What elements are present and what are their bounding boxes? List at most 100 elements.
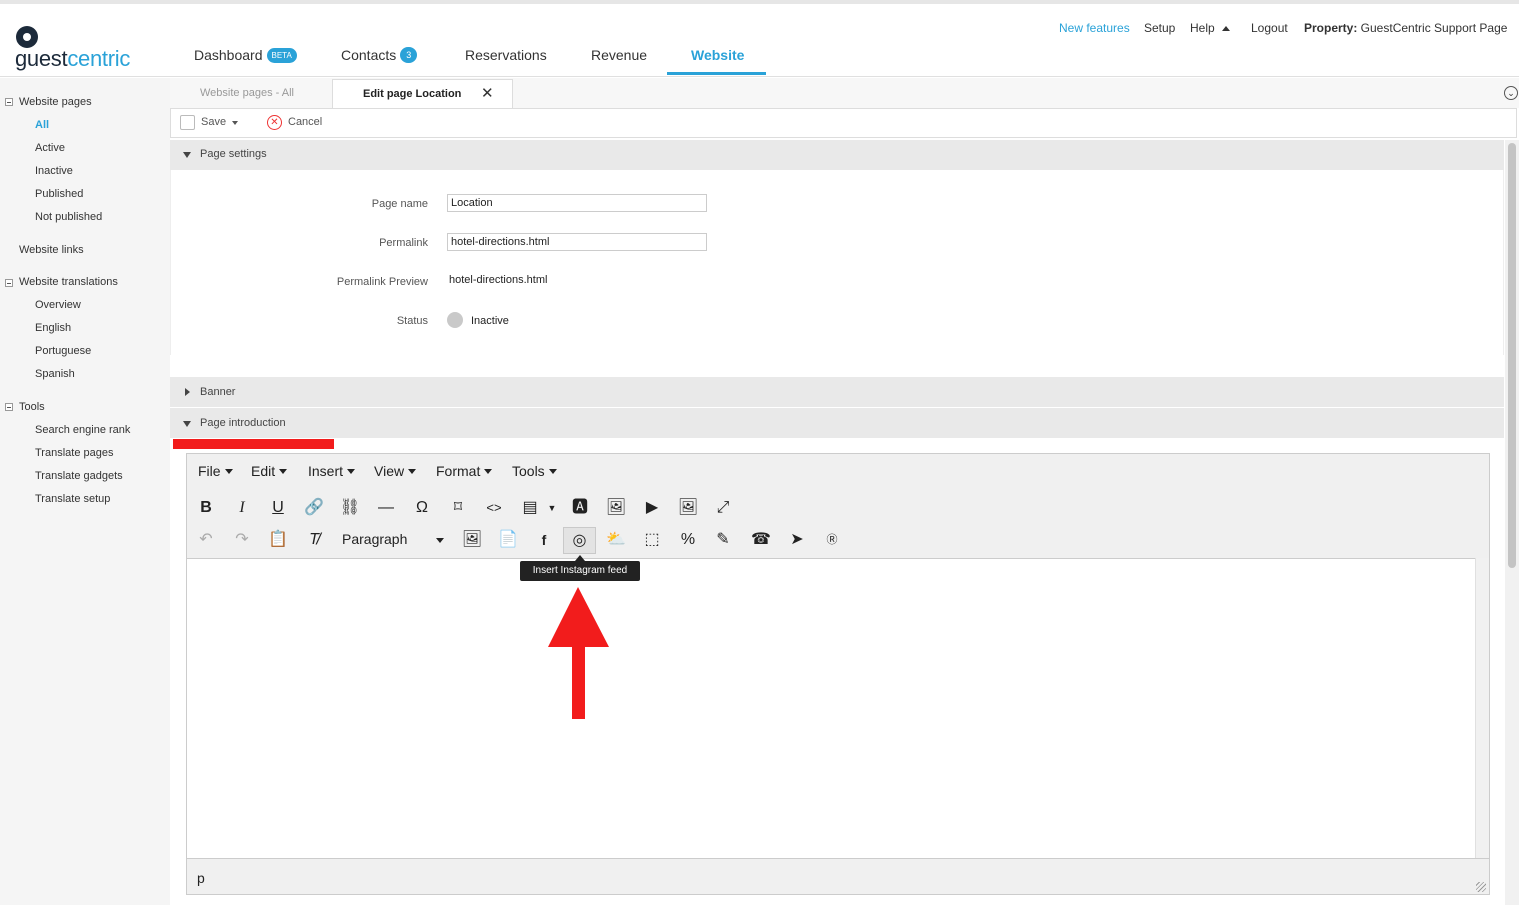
- sidebar-heading-tools[interactable]: Tools: [19, 401, 45, 413]
- chevron-down-icon[interactable]: [232, 121, 238, 125]
- tab-revenue[interactable]: Revenue: [591, 47, 647, 63]
- unlink-icon[interactable]: ⛓: [339, 497, 361, 519]
- section-page-settings[interactable]: [170, 140, 1504, 170]
- cancel-button[interactable]: Cancel: [288, 116, 322, 128]
- sidebar-heading-website-pages[interactable]: Website pages: [19, 96, 92, 108]
- sidebar-item-overview[interactable]: Overview: [35, 299, 81, 311]
- special-character-icon[interactable]: Ω: [411, 497, 433, 519]
- image-gallery-icon[interactable]: 🖼: [605, 497, 627, 519]
- page-scrollbar-thumb[interactable]: [1508, 143, 1516, 568]
- new-features-link[interactable]: New features: [1059, 21, 1130, 35]
- video-icon[interactable]: ▶: [641, 497, 663, 519]
- menu-tools[interactable]: Tools: [512, 463, 557, 479]
- code-icon[interactable]: <>: [483, 497, 505, 519]
- save-button[interactable]: Save: [201, 116, 226, 128]
- section-title-page-introduction[interactable]: Page introduction: [200, 417, 286, 429]
- resize-handle-icon[interactable]: [1476, 882, 1486, 892]
- paste-text-icon[interactable]: 📋: [267, 529, 289, 551]
- weather-icon[interactable]: ⛅: [605, 529, 627, 551]
- facebook-icon[interactable]: f: [533, 529, 555, 551]
- horizontal-rule-icon[interactable]: —: [375, 497, 397, 519]
- sidebar-item-translate-pages[interactable]: Translate pages: [35, 447, 113, 459]
- collapsed-arrow-icon[interactable]: [185, 388, 190, 396]
- sidebar-item-translate-gadgets[interactable]: Translate gadgets: [35, 470, 123, 482]
- section-page-introduction[interactable]: [170, 408, 1504, 438]
- sidebar-item-website-links[interactable]: Website links: [19, 244, 84, 256]
- collapse-toggle-icon[interactable]: [5, 98, 13, 106]
- tab-contacts[interactable]: Contacts 3: [341, 47, 418, 63]
- placeholder-icon[interactable]: ⬚: [641, 529, 663, 551]
- save-icon[interactable]: [180, 115, 195, 130]
- sidebar-item-active[interactable]: Active: [35, 142, 65, 154]
- instagram-icon[interactable]: ◎: [563, 527, 596, 554]
- rp-icon[interactable]: Ⓡ: [821, 529, 843, 551]
- close-icon[interactable]: ✕: [481, 84, 494, 102]
- editor-content-area[interactable]: [187, 558, 1475, 858]
- cancel-icon[interactable]: ✕: [267, 115, 282, 130]
- setup-link[interactable]: Setup: [1144, 21, 1175, 35]
- underline-icon[interactable]: U: [267, 497, 289, 519]
- expanded-arrow-icon[interactable]: [183, 152, 191, 158]
- menu-view[interactable]: View: [374, 463, 417, 479]
- sidebar-item-published[interactable]: Published: [35, 188, 83, 200]
- block-format-select[interactable]: Paragraph: [342, 531, 407, 547]
- tab-edit-page-label[interactable]: Edit page Location: [363, 88, 461, 100]
- menu-format[interactable]: Format: [436, 463, 493, 479]
- sidebar-item-not-published[interactable]: Not published: [35, 211, 102, 223]
- menu-edit[interactable]: Edit: [251, 463, 288, 479]
- collapse-toggle-icon[interactable]: [5, 403, 13, 411]
- edit-form-icon[interactable]: ✎: [712, 529, 734, 551]
- sidebar-item-search-engine-rank[interactable]: Search engine rank: [35, 424, 130, 436]
- fullscreen-icon[interactable]: ⤢: [712, 497, 734, 519]
- menu-file[interactable]: File: [198, 463, 233, 479]
- sidebar-item-inactive[interactable]: Inactive: [35, 165, 73, 177]
- action-toolbar: [170, 108, 1517, 138]
- collapse-toggle-icon[interactable]: [5, 279, 13, 287]
- tab-dashboard[interactable]: Dashboard BETA: [194, 47, 297, 63]
- expanded-arrow-icon[interactable]: [183, 421, 191, 427]
- menu-insert[interactable]: Insert: [308, 463, 356, 479]
- help-menu[interactable]: Help: [1190, 21, 1215, 35]
- tooltip: Insert Instagram feed: [520, 561, 640, 581]
- tab-website[interactable]: Website: [691, 47, 744, 63]
- chevron-down-icon[interactable]: ⌄: [1504, 86, 1518, 100]
- sidebar-item-portuguese[interactable]: Portuguese: [35, 345, 91, 357]
- status-toggle[interactable]: [447, 312, 463, 328]
- permalink-input[interactable]: [447, 233, 707, 251]
- redo-icon[interactable]: ↷: [231, 529, 253, 551]
- logo[interactable]: guestcentric: [15, 46, 130, 72]
- font-icon[interactable]: 🅰: [569, 497, 591, 519]
- image-icon[interactable]: 🖼: [677, 497, 699, 519]
- sidebar-item-english[interactable]: English: [35, 322, 71, 334]
- sidebar-item-spanish[interactable]: Spanish: [35, 368, 75, 380]
- tab-website-pages-all[interactable]: Website pages - All: [200, 87, 294, 99]
- send-icon[interactable]: ➤: [786, 529, 808, 551]
- property-selector[interactable]: Property: GuestCentric Support Page: [1304, 21, 1507, 35]
- status-value: Inactive: [471, 315, 509, 327]
- table-icon[interactable]: ▤: [519, 497, 541, 519]
- sidebar-heading-website-translations[interactable]: Website translations: [19, 276, 118, 288]
- chevron-down-icon[interactable]: ▼: [541, 497, 563, 519]
- chevron-down-icon[interactable]: [436, 538, 444, 543]
- page-name-input[interactable]: [447, 194, 707, 212]
- section-title-banner[interactable]: Banner: [200, 386, 235, 398]
- section-banner[interactable]: [170, 377, 1504, 407]
- logout-link[interactable]: Logout: [1251, 21, 1288, 35]
- caret-up-icon[interactable]: [1222, 26, 1230, 31]
- italic-icon[interactable]: I: [231, 497, 253, 519]
- undo-icon[interactable]: ↶: [195, 529, 217, 551]
- element-path[interactable]: p: [197, 870, 205, 886]
- image-icon[interactable]: 🖼: [461, 529, 483, 551]
- tab-reservations[interactable]: Reservations: [465, 47, 547, 63]
- sidebar-item-translate-setup[interactable]: Translate setup: [35, 493, 110, 505]
- bold-icon[interactable]: B: [195, 497, 217, 519]
- clear-format-icon[interactable]: T̸: [303, 529, 325, 551]
- sidebar-item-all[interactable]: All: [35, 119, 49, 131]
- offer-icon[interactable]: %: [677, 529, 699, 551]
- link-icon[interactable]: 🔗: [303, 497, 325, 519]
- section-title-page-settings[interactable]: Page settings: [200, 148, 267, 160]
- editor-scrollbar[interactable]: [1475, 558, 1489, 858]
- phone-icon[interactable]: ☎: [750, 529, 772, 551]
- pdf-icon[interactable]: 📄: [497, 529, 519, 551]
- bookmark-icon[interactable]: ⌑: [447, 497, 469, 519]
